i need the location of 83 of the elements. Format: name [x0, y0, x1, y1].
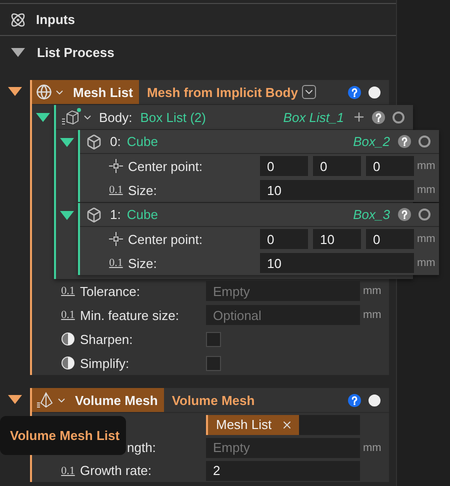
input-field[interactable]: 10 — [313, 229, 361, 249]
decimal-icon: 0.1 — [61, 464, 75, 476]
input-field[interactable]: 10 — [260, 253, 414, 273]
field-label: Growth rate: — [80, 463, 152, 478]
status-circle-icon — [418, 208, 431, 221]
field-label: Sharpen: — [80, 332, 133, 346]
crosshair-icon — [109, 232, 123, 246]
collapse-triangle[interactable] — [8, 395, 22, 404]
atom-icon — [10, 12, 26, 28]
collapse-triangle[interactable] — [8, 87, 22, 96]
item-name: Box_3 — [353, 207, 390, 222]
input-field[interactable]: Empty — [206, 281, 360, 301]
input-field[interactable]: 0 — [313, 156, 361, 176]
cube-icon — [86, 206, 102, 222]
field-label: Size: — [128, 256, 157, 270]
item-type: Cube — [126, 134, 158, 149]
node-badge[interactable]: Mesh List — [32, 80, 139, 104]
field-label: Tolerance: — [80, 284, 140, 298]
field-label: Center point: — [128, 158, 202, 174]
contrast-icon — [61, 332, 75, 346]
input-field[interactable]: 0 — [366, 156, 414, 176]
help-icon[interactable] — [348, 394, 361, 406]
input-field[interactable]: 10 — [260, 180, 414, 200]
unit-label: mm — [416, 184, 436, 196]
decimal-icon: 0.1 — [109, 184, 123, 196]
field-label: Min. feature size: — [80, 308, 179, 322]
tetrahedron-icon — [36, 392, 54, 408]
reference-chip[interactable]: Mesh List — [206, 414, 299, 434]
unit-label: mm — [362, 442, 382, 454]
collapse-triangle[interactable] — [60, 211, 74, 220]
help-icon[interactable] — [348, 86, 361, 98]
collapse-triangle[interactable] — [60, 138, 74, 147]
reference-field[interactable]: Mesh List — [206, 414, 360, 434]
status-circle-icon — [392, 110, 405, 124]
panel-title: Inputs — [36, 12, 75, 27]
decimal-icon: 0.1 — [109, 257, 123, 269]
unit-label: mm — [416, 160, 436, 172]
help-icon[interactable] — [398, 208, 411, 221]
globe-icon — [36, 84, 52, 100]
node-badge[interactable]: Volume Mesh — [32, 388, 164, 412]
crosshair-icon — [109, 159, 123, 173]
field-label: ngth: — [127, 440, 156, 455]
cube-icon — [86, 134, 102, 150]
node-title: Volume Mesh — [172, 392, 255, 408]
dropdown-icon[interactable] — [302, 85, 316, 99]
section-title[interactable]: List Process — [37, 45, 114, 60]
input-field[interactable]: 0 — [260, 156, 308, 176]
item-name: Box_2 — [353, 134, 390, 149]
item-index: 1: — [110, 207, 121, 222]
status-circle-icon — [418, 135, 431, 148]
decimal-icon: 0.1 — [61, 309, 75, 321]
field-label: Size: — [128, 182, 157, 198]
field-label: Simplify: — [80, 356, 130, 370]
cube-list-icon — [60, 108, 82, 126]
collapse-triangle[interactable] — [11, 48, 25, 57]
decimal-icon: 0.1 — [61, 285, 75, 297]
contrast-icon — [61, 356, 75, 370]
collapse-triangle[interactable] — [36, 113, 50, 122]
checkbox[interactable] — [206, 356, 221, 370]
status-circle-icon — [368, 86, 381, 98]
unit-label: mm — [362, 285, 382, 297]
checkbox[interactable] — [206, 332, 221, 346]
item-index: 0: — [110, 134, 121, 149]
input-field[interactable]: Empty — [206, 438, 360, 458]
input-field[interactable]: 0 — [366, 229, 414, 249]
help-icon[interactable] — [372, 110, 385, 124]
item-type: Cube — [126, 207, 158, 222]
unit-label: mm — [362, 309, 382, 321]
body-label: Body: — [99, 110, 132, 124]
field-label: Center point: — [128, 232, 202, 246]
remove-icon[interactable] — [280, 418, 293, 430]
body-name: Box List_1 — [283, 110, 344, 124]
node-title: Mesh from Implicit Body — [146, 84, 298, 100]
status-circle-icon — [368, 394, 381, 406]
add-icon[interactable] — [352, 110, 366, 124]
unit-label: mm — [416, 233, 436, 245]
unit-label: mm — [416, 257, 436, 269]
input-field[interactable]: 2 — [206, 460, 360, 480]
input-field[interactable]: Optional — [206, 305, 360, 325]
input-field[interactable]: 0 — [260, 229, 308, 249]
tooltip: Volume Mesh List — [0, 416, 126, 455]
body-value: Box List (2) — [140, 110, 206, 124]
help-icon[interactable] — [398, 135, 411, 148]
